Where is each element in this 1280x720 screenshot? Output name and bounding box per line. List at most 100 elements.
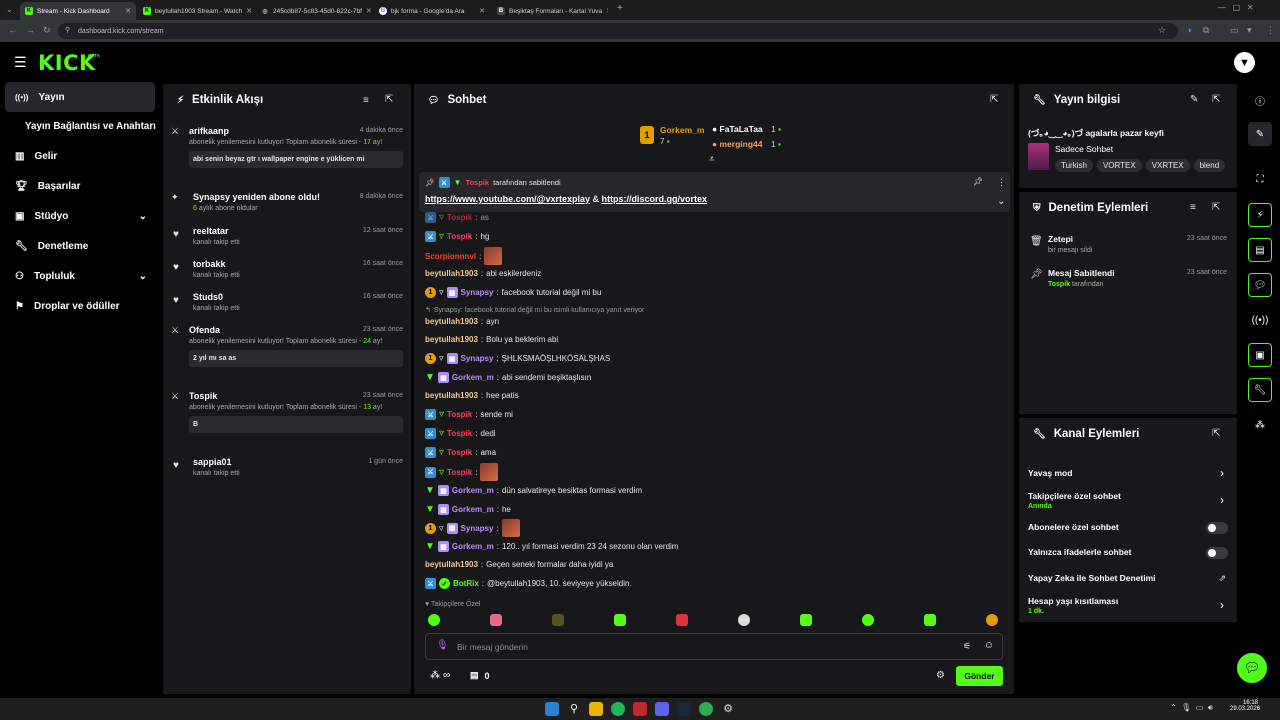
close-icon[interactable]: ✕ [606,7,608,15]
unpin-icon[interactable]: 📌︎ [973,177,983,186]
stream-tag[interactable]: blend [1193,159,1226,172]
filter-icon[interactable]: ≡ [363,95,369,106]
profile-icon[interactable]: ▾ [1247,25,1252,36]
emote-only-toggle[interactable] [1206,547,1228,559]
help-chat-button[interactable]: 💬︎ [1237,653,1267,683]
close-icon[interactable]: ✕ [125,7,131,15]
bookmark-star-icon[interactable]: ☆ [1158,25,1166,36]
sidebar-item-gelir[interactable]: ▥ Gelir [5,141,155,171]
gift-counter[interactable]: ▤ 0 [470,670,490,681]
chat-username[interactable]: beytullah1903 [425,317,478,326]
category-thumbnail[interactable] [1028,143,1049,170]
slow-mode-row[interactable]: Yavaş mod › [1028,466,1228,482]
close-icon[interactable]: ✕ [366,7,372,15]
youtube-link[interactable]: https://www.youtube.com/@vxrtexplay [425,194,590,204]
ai-moderation-row[interactable]: Yapay Zeka ile Sohbet Denetimi ⇗ [1028,573,1228,585]
community-icon[interactable]: ⁂ [1248,413,1272,437]
sidebar-item-studyo[interactable]: ▣ Stüdyo ⌄ [5,201,155,231]
edit-pencil-icon[interactable]: ✎ [1248,122,1272,146]
document-icon[interactable]: ▤ [1248,238,1272,262]
chrome-icon[interactable] [699,702,713,716]
close-icon[interactable]: ✕ [246,7,252,15]
spotify-icon[interactable] [611,702,625,716]
activity-feed-toggle-icon[interactable]: ⚡︎ [1248,203,1272,227]
menu-dots-icon[interactable]: ⋮ [1266,25,1275,36]
chat-username[interactable]: Tospik [447,429,472,438]
browser-tab[interactable]: B Beşiktaş Formaları - Kartal Yuva✕ [492,2,608,20]
tab-search-icon[interactable]: ⌄ [6,5,13,14]
mod-action-title[interactable]: Mesaj Sabitlendi [1048,268,1115,278]
edit-pencil-icon[interactable]: ✎ [1190,94,1198,105]
chat-username[interactable]: beytullah1903 [425,335,478,344]
filter-icon[interactable]: ≡ [1190,202,1196,213]
layout-icon[interactable]: ▣ [1248,343,1272,367]
top-gifter-name[interactable]: merging44 [720,139,763,149]
emote-icon[interactable] [924,614,936,626]
translate-icon[interactable]: ⚟ [963,641,971,652]
chat-username[interactable]: beytullah1903 [425,391,478,400]
fullscreen-icon[interactable]: ⛶ [1248,167,1272,191]
chevron-down-icon[interactable]: ⌄ [997,196,1005,207]
popout-icon[interactable]: ⇱ [1212,94,1220,105]
chat-username[interactable]: Tospik [447,448,472,457]
account-age-row[interactable]: Hesap yaşı kısıtlaması 1 dk. › [1028,596,1228,618]
emote-icon[interactable] [428,614,440,626]
chat-username[interactable]: Scorpionnnvl [425,252,476,261]
chat-input[interactable]: 🎙︎ Bir mesaj gönderin ⚟ ☺ [425,633,1003,660]
settings-gear-icon[interactable]: ⚙ [721,702,735,716]
top-gifter-name[interactable]: Gorkem_m [660,125,704,135]
emote-icon[interactable] [862,614,874,626]
chat-username[interactable]: Synapsy [461,288,494,297]
chat-username[interactable]: Gorkem_m [452,486,494,495]
address-bar[interactable]: ⚲ dashboard.kick.com/stream ☆ [58,23,1178,39]
chat-username[interactable]: BotRix [453,579,479,588]
sidebar-item-stream-key[interactable]: Yayın Bağlantısı ve Anahtarı [5,111,163,141]
stream-tag[interactable]: VXRTEX [1145,159,1190,172]
sidebar-item-yayin[interactable]: ((•)) Yayın [5,82,155,112]
close-icon[interactable]: ✕ [479,7,485,15]
emote-icon[interactable] [676,614,688,626]
emote-icon[interactable] [614,614,626,626]
stream-tag[interactable]: Turkish [1055,159,1093,172]
chat-username[interactable]: Synapsy [461,524,494,533]
chat-username[interactable]: Tospik [447,213,472,222]
extension-icon[interactable]: ◗ [1187,25,1192,35]
chat-username[interactable]: Synapsy [461,354,494,363]
top-gifter-name[interactable]: FaTaLaTaa [720,124,763,134]
emote-icon[interactable] [552,614,564,626]
broadcast-icon[interactable]: ((•)) [1248,308,1272,332]
emote-icon[interactable] [738,614,750,626]
chat-username[interactable]: Gorkem_m [452,373,494,382]
chat-username[interactable]: Tospik [447,232,472,241]
channel-points[interactable]: ⁂ ∞ [430,670,450,681]
sidebar-item-topluluk[interactable]: ⚇ Topluluk ⌄ [5,261,155,291]
microphone-icon[interactable]: 🎙︎ [436,640,449,651]
back-icon[interactable]: ← [8,25,17,35]
mod-action-title[interactable]: Zetepi [1048,234,1073,244]
user-avatar[interactable]: ▼ [1234,52,1255,73]
extensions-puzzle-icon[interactable]: ⧉ [1203,25,1209,36]
popout-icon[interactable]: ⇱ [385,94,393,105]
chat-username[interactable]: Gorkem_m [452,542,494,551]
start-menu-icon[interactable] [545,702,559,716]
chat-username[interactable]: beytullah1903 [425,560,478,569]
clock[interactable]: 16:18 29.03.2026 [1230,700,1260,712]
app-icon[interactable] [633,702,647,716]
info-icon[interactable]: ⓘ [1248,88,1272,112]
discord-icon[interactable] [655,702,669,716]
browser-tab[interactable]: K Stream - Kick Dashboard ✕ [20,2,136,20]
sidepanel-icon[interactable]: ▭ [1230,25,1239,36]
sidebar-item-denetleme[interactable]: 🔧︎ Denetleme [5,231,155,261]
followers-only-row[interactable]: Takipçilere özel sohbet Anında › [1028,491,1228,513]
new-tab-icon[interactable]: + [617,3,623,14]
category-name[interactable]: Sadece Sohbet [1055,144,1113,154]
settings-gear-icon[interactable]: ⚙ [936,670,945,681]
chat-username[interactable]: Tospik [447,410,472,419]
chat-username[interactable]: beytullah1903 [425,269,478,278]
emoji-icon[interactable]: ☺ [984,640,994,651]
emote-icon[interactable] [490,614,502,626]
pinned-by-user[interactable]: Tospik [465,178,489,187]
wrench-icon[interactable]: 🔧︎ [1248,378,1272,402]
browser-tab[interactable]: ◎ 245cdb87-5c83-45d0-822c-7bf ✕ [256,2,372,20]
steam-icon[interactable] [677,702,691,716]
